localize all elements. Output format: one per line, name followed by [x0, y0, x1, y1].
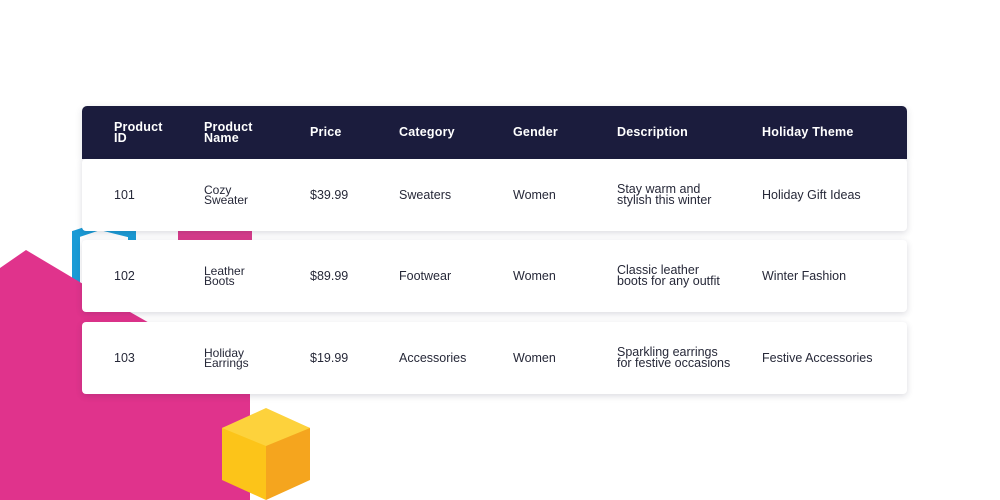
cell-product-name: Cozy Sweater	[204, 182, 249, 207]
cell-price: $19.99	[310, 351, 349, 365]
header-product-name: Product Name	[204, 119, 253, 145]
table-header: Product ID Product Name Price Category G…	[82, 106, 907, 159]
cell-gender: Women	[513, 269, 556, 283]
header-description: Description	[617, 125, 688, 139]
table-row[interactable]: 101 Cozy Sweater $39.99 Sweaters Women S…	[82, 159, 907, 231]
cell-product-id: 101	[114, 188, 135, 202]
header-category: Category	[399, 125, 455, 139]
cell-category: Accessories	[399, 351, 467, 365]
table-row[interactable]: 102 Leather Boots $89.99 Footwear Women …	[82, 240, 907, 312]
header-holiday-theme: Holiday Theme	[762, 125, 854, 139]
header-product-id: Product ID	[114, 119, 163, 145]
cell-category: Sweaters	[399, 188, 452, 202]
cell-product-id: 103	[114, 351, 135, 365]
cell-gender: Women	[513, 351, 556, 365]
cell-holiday-theme: Festive Accessories	[762, 351, 873, 365]
cell-description: Sparkling earrings for festive occasions	[617, 345, 731, 370]
header-price: Price	[310, 125, 342, 139]
cell-category: Footwear	[399, 269, 452, 283]
cell-description: Stay warm and stylish this winter	[617, 182, 712, 207]
cell-product-name: Leather Boots	[204, 263, 245, 288]
cell-description: Classic leather boots for any outfit	[617, 263, 720, 288]
cell-product-name: Holiday Earrings	[204, 345, 249, 370]
cell-holiday-theme: Holiday Gift Ideas	[762, 188, 861, 202]
cell-price: $39.99	[310, 188, 349, 202]
header-gender: Gender	[513, 125, 558, 139]
table-row[interactable]: 103 Holiday Earrings $19.99 Accessories …	[82, 322, 907, 394]
cell-price: $89.99	[310, 269, 349, 283]
cell-holiday-theme: Winter Fashion	[762, 269, 847, 283]
cell-gender: Women	[513, 188, 556, 202]
cell-product-id: 102	[114, 269, 135, 283]
product-table: Product ID Product Name Price Category G…	[82, 106, 907, 394]
